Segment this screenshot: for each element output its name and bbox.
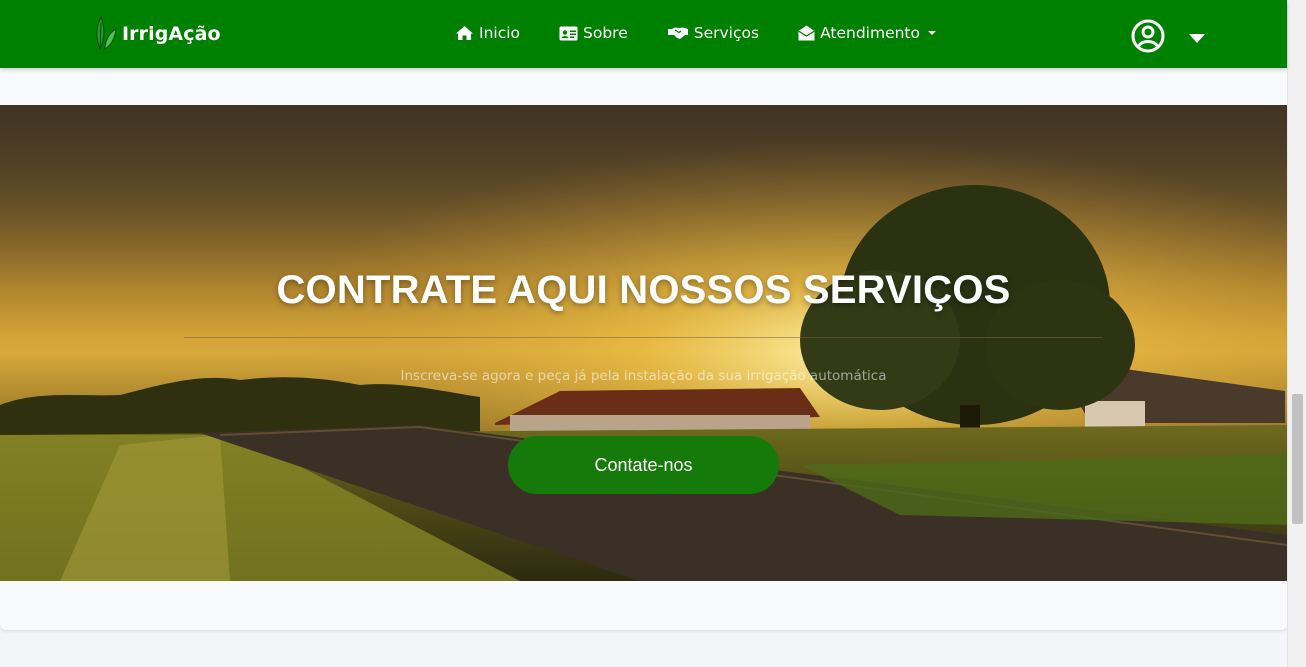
hero-title: CONTRATE AQUI NOSSOS SERVIÇOS	[276, 268, 1011, 312]
chevron-down-icon	[928, 31, 936, 35]
nav-link-label: Inicio	[479, 24, 521, 42]
brand-link[interactable]: IrrigAção	[92, 13, 221, 55]
nav-link-atendimento[interactable]: Atendimento	[798, 24, 936, 42]
hero-divider	[184, 337, 1102, 338]
id-card-icon	[559, 26, 578, 41]
hero-background-image	[0, 105, 1287, 581]
scrollbar-thumb[interactable]	[1292, 394, 1303, 524]
caret-down-icon	[1189, 33, 1205, 43]
hero-subtitle: Inscreva-se agora e peça já pela instala…	[400, 368, 887, 384]
nav-link-label: Sobre	[583, 24, 628, 42]
hero-banner: CONTRATE AQUI NOSSOS SERVIÇOS Inscreva-s…	[0, 105, 1287, 581]
nav-links: Inicio Sobre Serviços Atendimento	[455, 24, 975, 42]
nav-link-label: Atendimento	[820, 24, 920, 42]
brand-title: IrrigAção	[122, 23, 221, 45]
user-menu[interactable]	[1131, 19, 1205, 57]
home-icon	[455, 25, 474, 41]
scrollbar[interactable]	[1287, 0, 1306, 667]
nav-link-servicos[interactable]: Serviços	[667, 24, 759, 42]
nav-link-inicio[interactable]: Inicio	[455, 24, 520, 42]
nav-link-label: Serviços	[693, 24, 760, 42]
navbar: IrrigAção Inicio Sobre Serviços Atendime…	[0, 0, 1287, 68]
nav-link-sobre[interactable]: Sobre	[559, 24, 628, 42]
user-circle-icon	[1131, 19, 1165, 57]
envelope-open-icon	[798, 25, 815, 41]
leaf-logo-icon	[92, 13, 118, 55]
handshake-icon	[667, 26, 689, 40]
contact-button[interactable]: Contate-nos	[508, 436, 779, 494]
